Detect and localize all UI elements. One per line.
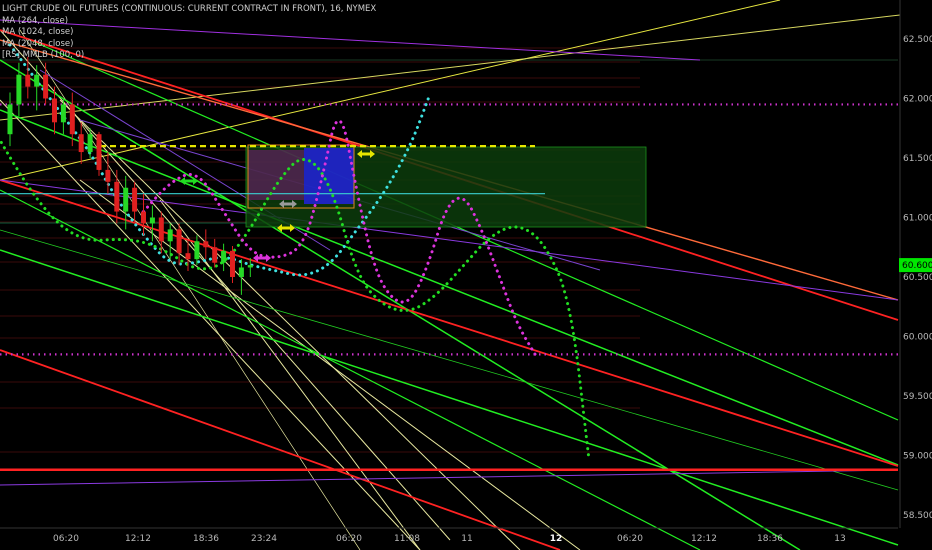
axis-layer: 62.500 62.000 61.500 61.000 60.500 60.000 59.5… xyxy=(0,0,932,544)
candle-layer xyxy=(7,56,253,295)
chart-title: LIGHT CRUDE OIL FUTURES (CONTINUOUS: CUR… xyxy=(2,4,377,14)
candle-body-5 xyxy=(52,98,57,123)
time-tick-label-10: 18:36 xyxy=(757,534,783,544)
series-layer xyxy=(0,43,590,457)
price-tick-label-2: 61.500 xyxy=(903,154,932,164)
legend: LIGHT CRUDE OIL FUTURES (CONTINUOUS: CUR… xyxy=(2,4,376,62)
chart-svg: 62.500 62.000 61.500 61.000 60.500 60.000 59.5… xyxy=(0,0,932,550)
candle-body-0 xyxy=(7,104,13,135)
candle-body-23 xyxy=(212,247,218,263)
candle-body-6 xyxy=(60,104,66,123)
time-tick-label-1: 12:12 xyxy=(125,534,151,544)
candle-body-15 xyxy=(141,211,146,224)
time-tick-label-6: 11 xyxy=(461,534,472,544)
trendline-layer xyxy=(0,0,901,550)
candle-body-22 xyxy=(203,241,209,248)
time-tick-label-4: 06:20 xyxy=(336,534,362,544)
candle-body-26 xyxy=(238,267,244,277)
target-box-purple xyxy=(248,150,304,200)
legend-entry-ma2048: MA (2048, close) xyxy=(2,38,74,49)
candle-body-24 xyxy=(221,250,227,263)
time-tick-label-8: 06:20 xyxy=(617,534,643,544)
candle-body-18 xyxy=(167,229,173,242)
trend-line-20 xyxy=(0,469,899,486)
candle-body-27 xyxy=(247,265,253,268)
candle-body-3 xyxy=(34,74,40,87)
time-tick-label-11: 13 xyxy=(834,534,845,544)
candle-body-9 xyxy=(87,134,93,153)
time-tick-label-7: 12 xyxy=(550,534,563,544)
candle-body-16 xyxy=(149,217,155,224)
candle-body-14 xyxy=(132,187,138,212)
trend-line-10 xyxy=(0,59,801,550)
candle-body-10 xyxy=(96,134,102,170)
candle-body-13 xyxy=(123,187,129,212)
candle-body-12 xyxy=(114,181,120,212)
candle-body-25 xyxy=(230,250,235,277)
trend-line-13 xyxy=(0,229,899,491)
price-tick-label-8: 58.500 xyxy=(903,511,932,521)
box-layer xyxy=(245,144,647,228)
time-tick-label-3: 23:24 xyxy=(251,534,277,544)
price-tick-label-1: 62.000 xyxy=(903,95,932,105)
candle-body-4 xyxy=(43,74,49,99)
trend-line-2 xyxy=(0,29,451,541)
legend-entry-ma264: MA (264, close) xyxy=(2,15,69,26)
candle-body-19 xyxy=(176,229,182,254)
grid-layer xyxy=(0,47,898,453)
trend-line-15 xyxy=(0,349,561,550)
candle-body-20 xyxy=(185,253,191,260)
candle-body-17 xyxy=(158,217,164,242)
current-price-label: 60.600 xyxy=(902,261,932,271)
marker-arrow-green-icon xyxy=(180,177,198,185)
legend-entry-mmlb: [RS] MMLB (100, 0) xyxy=(2,50,85,60)
candle-body-2 xyxy=(25,74,31,87)
time-tick-label-9: 12:12 xyxy=(691,534,717,544)
price-tick-label-5: 60.000 xyxy=(903,333,932,343)
price-tick-label-3: 61.000 xyxy=(903,214,932,224)
time-tick-label-2: 18:36 xyxy=(193,534,219,544)
price-tick-label-4: 60.500 xyxy=(903,273,932,283)
price-tick-label-6: 59.500 xyxy=(903,392,932,402)
time-tick-label-5: 11:08 xyxy=(394,534,420,544)
legend-entry-ma1024: MA (1024, close) xyxy=(2,27,74,37)
marker-arrow-green xyxy=(180,177,198,185)
time-tick-label-0: 06:20 xyxy=(53,534,79,544)
candle-body-1 xyxy=(16,74,22,105)
candle-body-8 xyxy=(78,134,84,153)
candle-body-11 xyxy=(105,169,111,182)
price-tick-label-0: 62.500 xyxy=(903,35,932,45)
candle-body-21 xyxy=(194,241,200,260)
trend-line-5 xyxy=(79,179,581,550)
price-tick-label-7: 59.000 xyxy=(903,452,932,462)
candle-body-7 xyxy=(69,104,75,135)
target-box-blue xyxy=(304,148,354,204)
chart-root: 62.500 62.000 61.500 61.000 60.500 60.000 59.5… xyxy=(0,0,932,550)
